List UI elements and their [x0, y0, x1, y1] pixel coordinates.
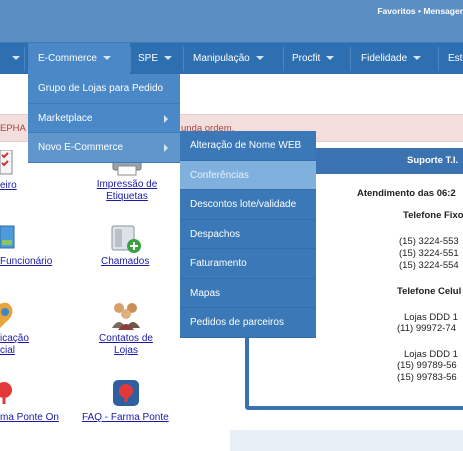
link-funcionario[interactable]: Funcionário [0, 256, 52, 268]
chevron-down-icon [326, 56, 335, 61]
farma-ponte-icon[interactable] [0, 380, 14, 411]
menu-item-conferencias[interactable]: Conferências [180, 160, 316, 190]
link-eiro[interactable]: eiro [0, 180, 17, 192]
menu-item-label: Pedidos de parceiros [190, 317, 284, 328]
nav-divider [183, 47, 184, 71]
lojas-ddd-text: Lojas DDD 1 [404, 349, 458, 360]
phone-number: (15) 3224-554 [399, 260, 459, 271]
nav-item-label: E-Commerce [38, 53, 97, 64]
menu-item-alteracao-nome-web[interactable]: Alteração de Nome WEB [180, 131, 316, 161]
menu-item-label: Novo E-Commerce [38, 142, 124, 153]
nav-divider [283, 47, 284, 71]
footer-strip [230, 430, 463, 451]
page: Favoritos • Mensager E-Commerce SPE Mani… [0, 0, 463, 451]
nav-item-label: Procfit [292, 53, 321, 64]
menu-item-pedidos-parceiros[interactable]: Pedidos de parceiros [180, 308, 316, 338]
link-chamados[interactable]: Chamados [101, 256, 149, 268]
link-line: Impressão de [96, 179, 158, 190]
menu-item-label: Faturamento [190, 258, 247, 269]
nav-item-label: SPE [138, 53, 159, 64]
link-faq-farma-ponte[interactable]: FAQ - Farma Ponte [82, 412, 169, 424]
link-line: Contatos de [99, 333, 153, 344]
link-line: Etiquetas [106, 191, 148, 202]
checklist-icon[interactable] [0, 149, 14, 181]
ecommerce-dropdown-menu: Grupo de Lojas para Pedido Marketplace N… [28, 74, 180, 163]
phone-number: (15) 99783-56 [397, 372, 457, 383]
menu-item-label: Mapas [190, 287, 221, 299]
menu-item-despachos[interactable]: Despachos [180, 220, 316, 249]
nav-item-label: Manipulação [193, 53, 250, 64]
employee-card-icon[interactable] [0, 224, 16, 257]
main-navbar: E-Commerce SPE Manipulação Procfit Fidel… [0, 42, 463, 75]
nav-item-label: Fidelidade [361, 53, 408, 64]
nav-divider [130, 47, 131, 71]
menu-item-label: Marketplace [38, 112, 93, 124]
link-impressao-etiquetas[interactable]: Impressão de Etiquetas [94, 179, 160, 203]
link-contatos-lojas[interactable]: Contatos de Lojas [96, 333, 156, 357]
chevron-down-icon [164, 56, 173, 61]
nav-item-procfit[interactable]: Procfit [292, 43, 335, 75]
chevron-right-icon [164, 144, 168, 152]
chevron-down-icon [255, 56, 264, 61]
novo-ecommerce-submenu: Alteração de Nome WEB Conferências Desco… [180, 131, 316, 338]
phone-number: (15) 99789-56 [397, 360, 457, 371]
nav-item-ecommerce[interactable]: E-Commerce [28, 43, 130, 75]
menu-item-grupo-lojas[interactable]: Grupo de Lojas para Pedido [28, 74, 180, 104]
nav-item-spe[interactable]: SPE [138, 43, 173, 75]
menu-item-novo-ecommerce[interactable]: Novo E-Commerce [28, 133, 180, 163]
chevron-right-icon [164, 114, 168, 123]
link-line: icação [0, 333, 29, 344]
menu-item-descontos-lote-validade[interactable]: Descontos lote/validade [180, 190, 316, 220]
lojas-ddd-text: Lojas DDD 1 [404, 312, 458, 323]
atendimento-text: Atendimento das 06:2 [357, 188, 456, 199]
nav-divider [438, 47, 439, 71]
link-line: cial [0, 345, 16, 356]
menu-item-label: Descontos lote/validade [190, 199, 297, 210]
link-comunicacao-social[interactable]: icação cial [0, 333, 29, 357]
menu-item-faturamento[interactable]: Faturamento [180, 249, 316, 279]
menu-item-label: Conferências [190, 169, 249, 181]
chevron-down-icon [12, 56, 20, 61]
phone-number: (15) 3224-553 [399, 236, 459, 247]
nav-divider [24, 47, 25, 71]
chevron-down-icon [413, 56, 422, 61]
link-line: Lojas [114, 345, 138, 356]
faq-farma-ponte-icon[interactable] [113, 380, 139, 411]
menu-item-label: Despachos [190, 228, 241, 240]
favorites-messages-links[interactable]: Favoritos • Mensager [377, 6, 463, 16]
alert-text-left: EPHA [0, 123, 26, 134]
phone-number: (15) 3224-551 [399, 248, 459, 259]
telefone-fixo-heading: Telefone Fixo [403, 210, 463, 221]
menu-item-mapas[interactable]: Mapas [180, 279, 316, 308]
nav-item-est[interactable]: Est [448, 43, 462, 75]
nav-item-hidden[interactable] [6, 43, 20, 75]
phone-ticket-icon[interactable] [110, 224, 142, 259]
contacts-people-icon[interactable] [110, 298, 142, 335]
menu-item-label: Alteração de Nome WEB [190, 140, 302, 151]
menu-item-marketplace[interactable]: Marketplace [28, 104, 180, 133]
location-icon[interactable] [0, 300, 16, 335]
menu-item-label: Grupo de Lojas para Pedido [38, 83, 164, 94]
nav-item-label: Est [448, 53, 463, 64]
telefone-celular-heading: Telefone Celul [397, 286, 462, 297]
nav-item-fidelidade[interactable]: Fidelidade [361, 43, 422, 75]
nav-item-manipulacao[interactable]: Manipulação [193, 43, 264, 75]
nav-divider [350, 47, 351, 71]
phone-number: (11) 99972-74 [397, 323, 456, 334]
top-header-bar: Favoritos • Mensager [0, 0, 463, 42]
link-farma-ponte-online[interactable]: ma Ponte On [0, 412, 59, 424]
chevron-down-icon [102, 56, 111, 61]
